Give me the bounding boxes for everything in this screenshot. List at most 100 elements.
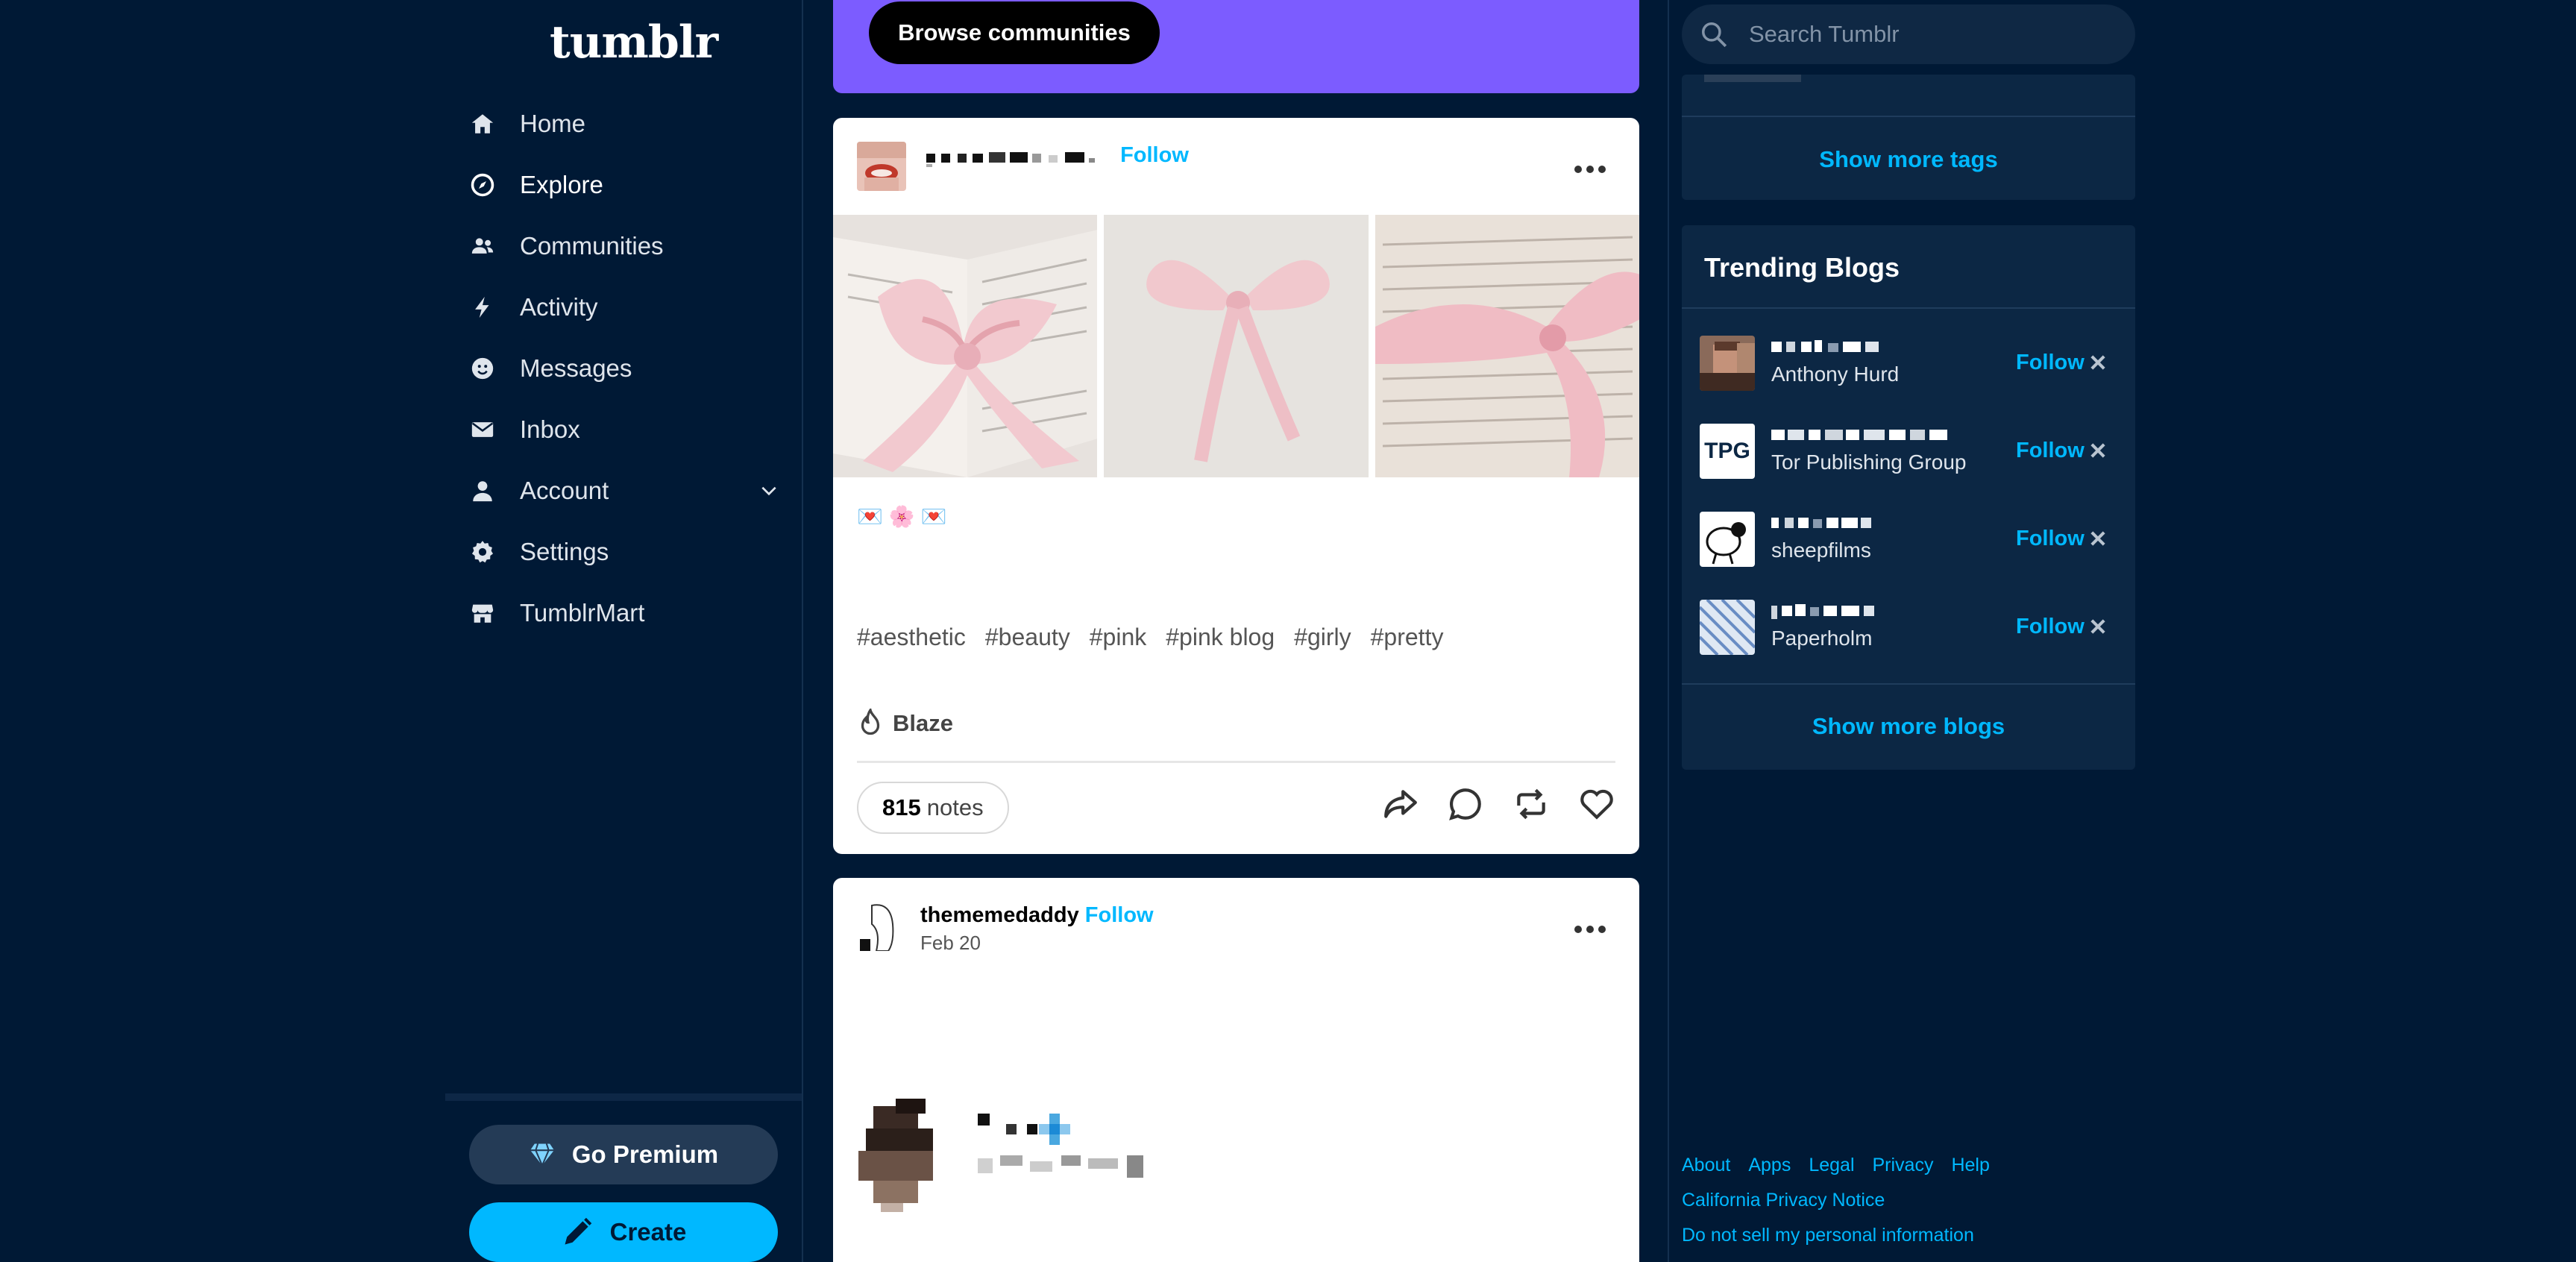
nav-item-account[interactable]: Account (445, 460, 802, 521)
go-premium-label: Go Premium (571, 1140, 719, 1168)
follow-button[interactable]: Follow (2016, 351, 2085, 375)
like-heart-icon[interactable] (1578, 785, 1615, 823)
smiley-icon (468, 354, 497, 383)
envelope-icon (468, 415, 497, 445)
follow-button[interactable]: Follow (2016, 527, 2085, 551)
footer-link-about[interactable]: About (1682, 1155, 1730, 1176)
notes-label: notes (926, 794, 984, 820)
blog-avatar[interactable] (857, 142, 906, 191)
go-premium-button[interactable]: Go Premium (469, 1125, 778, 1184)
photo-set (833, 215, 1639, 477)
pencil-icon (561, 1216, 594, 1249)
post-date: Feb 20 (920, 932, 981, 954)
blurred-blog-name (926, 152, 1095, 168)
trending-blog-item[interactable]: sheepfilms Follow (1700, 509, 2117, 568)
panel-divider (1682, 116, 2135, 117)
home-icon (468, 109, 497, 139)
tag-link[interactable]: #pink blog (1166, 624, 1275, 651)
reply-icon[interactable] (1447, 785, 1484, 823)
blurred-blog-handle (1771, 430, 1947, 440)
dismiss-close-icon[interactable] (2087, 616, 2108, 637)
nav-item-communities[interactable]: Communities (445, 216, 802, 277)
tags-panel: Show more tags (1682, 75, 2135, 200)
post-photo[interactable] (833, 215, 1098, 477)
footer-link-apps[interactable]: Apps (1748, 1155, 1791, 1176)
blaze-button[interactable]: Blaze (857, 709, 953, 738)
blog-title: Tor Publishing Group (1771, 451, 1967, 474)
tag-link[interactable]: #pretty (1371, 624, 1444, 651)
nav-item-home[interactable]: Home (445, 93, 802, 154)
tpg-logo-text: TPG (1704, 439, 1750, 463)
nav-item-settings[interactable]: Settings (445, 521, 802, 583)
trending-blog-item[interactable]: Anthony Hurd Follow (1700, 333, 2117, 392)
share-icon[interactable] (1381, 785, 1419, 823)
footer-link-help[interactable]: Help (1951, 1155, 1989, 1176)
post-card: Follow 💌 🌸 💌 #aesthetic #beauty #pink #p… (833, 118, 1639, 854)
blog-title: Anthony Hurd (1771, 362, 1900, 386)
search-icon (1700, 20, 1728, 48)
sidebar-divider (802, 0, 803, 1262)
search-input[interactable]: Search Tumblr (1682, 4, 2135, 64)
post-photo[interactable] (1375, 215, 1639, 477)
communities-banner: Browse communities (833, 0, 1639, 93)
blog-avatar[interactable]: TPG (1700, 424, 1755, 479)
footer-link-california-privacy[interactable]: California Privacy Notice (1682, 1190, 1885, 1211)
create-button[interactable]: Create (469, 1202, 778, 1262)
post-photo[interactable] (1104, 215, 1369, 477)
nav-item-messages[interactable]: Messages (445, 338, 802, 399)
nav-label-activity: Activity (520, 293, 598, 321)
tag-link[interactable]: #pink (1090, 624, 1147, 651)
more-options-icon[interactable] (1572, 164, 1608, 175)
footer-row: Do not sell my personal information (1682, 1225, 2135, 1246)
chevron-down-icon[interactable] (756, 478, 782, 503)
nav-label-communities: Communities (520, 232, 664, 260)
follow-button[interactable]: Follow (2016, 439, 2085, 463)
blog-name-row: Follow (920, 143, 1189, 168)
blog-avatar[interactable] (1700, 336, 1755, 391)
more-options-icon[interactable] (1572, 924, 1608, 935)
notes-count-button[interactable]: 815 notes (857, 782, 1009, 834)
nav-label-account: Account (520, 477, 609, 504)
emoji-row: 💌 🌸 💌 (857, 504, 947, 529)
blog-name[interactable]: thememedaddy (920, 903, 1079, 927)
follow-button[interactable]: Follow (1085, 903, 1154, 927)
blog-title: sheepfilms (1771, 539, 1871, 562)
sidebar-bottom-actions: Go Premium Create (445, 1093, 802, 1262)
diamond-icon (529, 1143, 556, 1167)
dismiss-close-icon[interactable] (2087, 528, 2108, 549)
dismiss-close-icon[interactable] (2087, 352, 2108, 373)
blog-avatar[interactable] (857, 902, 906, 951)
notes-count: 815 (882, 794, 921, 820)
show-more-blogs-link[interactable]: Show more blogs (1682, 713, 2135, 740)
footer-link-legal[interactable]: Legal (1809, 1155, 1854, 1176)
tag-link[interactable]: #girly (1294, 624, 1351, 651)
blog-avatar[interactable] (1700, 600, 1755, 655)
follow-button[interactable]: Follow (1120, 143, 1189, 167)
nav-item-inbox[interactable]: Inbox (445, 399, 802, 460)
trending-blog-item[interactable]: TPG Tor Publishing Group Follow (1700, 421, 2117, 480)
emoji: 💌 (857, 505, 883, 528)
blog-avatar[interactable] (1700, 512, 1755, 567)
post-header: thememedaddy Follow Feb 20 (857, 902, 1615, 954)
footer-link-do-not-sell[interactable]: Do not sell my personal information (1682, 1225, 1974, 1246)
feed-divider (1668, 0, 1669, 1262)
footer-link-privacy[interactable]: Privacy (1873, 1155, 1934, 1176)
show-more-tags-link[interactable]: Show more tags (1682, 146, 2135, 173)
follow-button[interactable]: Follow (2016, 615, 2085, 639)
nav-item-activity[interactable]: Activity (445, 277, 802, 338)
nav-item-explore[interactable]: Explore (445, 154, 802, 216)
blaze-label: Blaze (893, 710, 953, 736)
dismiss-close-icon[interactable] (2087, 440, 2108, 461)
browse-communities-button[interactable]: Browse communities (869, 1, 1160, 64)
blurred-post-content (851, 1084, 1373, 1233)
post-tags: #aesthetic #beauty #pink #pink blog #gir… (857, 624, 1443, 651)
reblog-icon[interactable] (1512, 785, 1550, 823)
nav-item-tumblrmart[interactable]: TumblrMart (445, 583, 802, 644)
trending-blog-item[interactable]: Paperholm Follow (1700, 597, 2117, 656)
tumblr-logo[interactable]: tumblr (550, 16, 718, 69)
nav-label-settings: Settings (520, 538, 609, 565)
tag-link[interactable]: #beauty (985, 624, 1070, 651)
tag-link[interactable]: #aesthetic (857, 624, 966, 651)
nav-label-explore: Explore (520, 171, 603, 198)
blurred-avatar (858, 1099, 933, 1212)
